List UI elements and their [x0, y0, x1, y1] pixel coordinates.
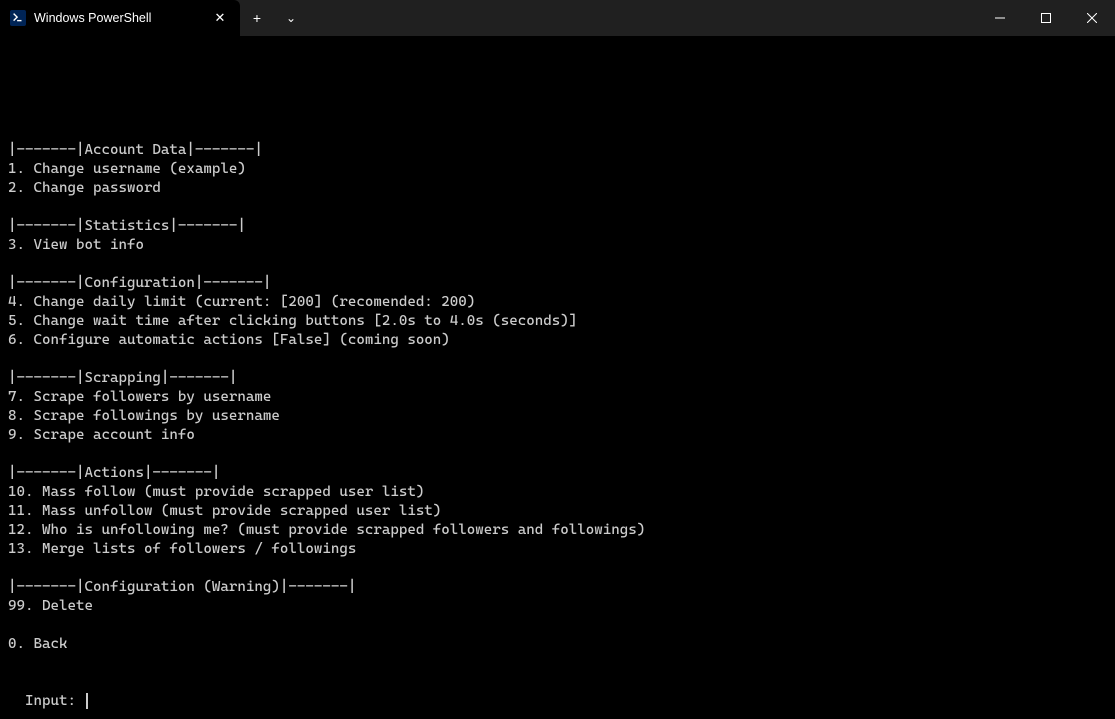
titlebar: Windows PowerShell ✕ + ⌄	[0, 0, 1115, 36]
menu-item: 13. Merge lists of followers / following…	[8, 540, 1107, 559]
tabstrip: + ⌄	[240, 0, 977, 36]
window-close-button[interactable]	[1069, 0, 1115, 36]
active-tab[interactable]: Windows PowerShell ✕	[0, 0, 240, 36]
minimize-button[interactable]	[977, 0, 1023, 36]
menu-item: 5. Change wait time after clicking butto…	[8, 312, 1107, 331]
menu-item: 9. Scrape account info	[8, 426, 1107, 445]
section-header: |-------|Configuration (Warning)|-------…	[8, 578, 1107, 597]
menu-item: 12. Who is unfollowing me? (must provide…	[8, 521, 1107, 540]
tab-title: Windows PowerShell	[34, 11, 202, 25]
window-controls	[977, 0, 1115, 36]
menu-item: 3. View bot info	[8, 236, 1107, 255]
menu-item: 0. Back	[8, 635, 1107, 654]
menu-item: 8. Scrape followings by username	[8, 407, 1107, 426]
section-header: |-------|Scrapping|-------|	[8, 369, 1107, 388]
cursor	[86, 693, 88, 709]
powershell-icon	[10, 10, 26, 26]
menu-item: 2. Change password	[8, 179, 1107, 198]
menu-item: 6. Configure automatic actions [False] (…	[8, 331, 1107, 350]
maximize-button[interactable]	[1023, 0, 1069, 36]
input-prompt: Input:	[25, 693, 84, 709]
menu-item: 1. Change username (example)	[8, 160, 1107, 179]
tab-close-button[interactable]: ✕	[210, 8, 230, 28]
section-header: |-------|Configuration|-------|	[8, 274, 1107, 293]
menu-item: 11. Mass unfollow (must provide scrapped…	[8, 502, 1107, 521]
tab-dropdown-button[interactable]: ⌄	[274, 0, 308, 36]
menu-item: 4. Change daily limit (current: [200] (r…	[8, 293, 1107, 312]
section-header: |-------|Statistics|-------|	[8, 217, 1107, 236]
menu-item: 10. Mass follow (must provide scrapped u…	[8, 483, 1107, 502]
menu-item: 7. Scrape followers by username	[8, 388, 1107, 407]
section-header: |-------|Actions|-------|	[8, 464, 1107, 483]
new-tab-button[interactable]: +	[240, 0, 274, 36]
menu-item: 99. Delete	[8, 597, 1107, 616]
section-header: |-------|Account Data|-------|	[8, 141, 1107, 160]
terminal-output[interactable]: |-------|Account Data|-------|1. Change …	[0, 36, 1115, 719]
